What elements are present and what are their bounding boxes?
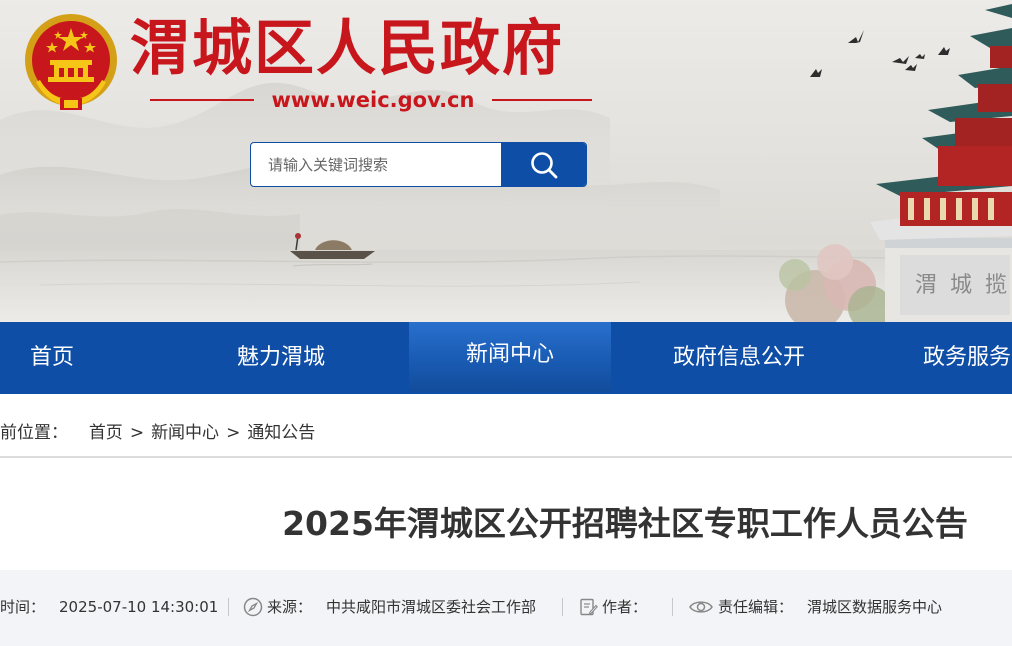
national-emblem-icon <box>25 14 117 110</box>
search-icon <box>530 151 557 178</box>
meta-author-label: 作者： <box>602 598 648 616</box>
nav-item-home[interactable]: 首页 <box>0 322 104 394</box>
svg-text:揽: 揽 <box>985 273 1007 298</box>
meta-editor: 责任编辑： 渭城区数据服务中心 <box>688 596 942 618</box>
meta-source-value: 中共咸阳市渭城区委社会工作部 <box>326 598 537 616</box>
search-box <box>250 142 587 187</box>
nav-item-gov-info[interactable]: 政府信息公开 <box>636 322 842 394</box>
meta-publish-time: 时间： 2025-07-10 14:30:01 <box>0 596 218 618</box>
nav-item-news-center[interactable]: 新闻中心 <box>409 322 611 392</box>
nav-item-charm-weicheng[interactable]: 魅力渭城 <box>178 322 384 394</box>
search-button[interactable] <box>501 143 586 186</box>
meta-author: 作者： <box>578 596 661 618</box>
breadcrumb: 前位置： 首页 > 新闻中心 > 通知公告 <box>0 394 315 456</box>
main-nav: 首页 魅力渭城 新闻中心 政府信息公开 政务服务 <box>0 322 1012 394</box>
breadcrumb-separator: > <box>129 423 145 443</box>
svg-text:城: 城 <box>950 273 972 298</box>
site-logo[interactable]: 渭城区人民政府 www.weic.gov.cn <box>22 10 602 120</box>
url-divider-left <box>150 99 254 101</box>
breadcrumb-notices[interactable]: 通知公告 <box>247 423 315 443</box>
eye-icon <box>688 597 714 617</box>
site-url: www.weic.gov.cn <box>271 88 475 112</box>
breadcrumb-bar: 前位置： 首页 > 新闻中心 > 通知公告 <box>0 394 1012 458</box>
meta-time-value: 2025-07-10 14:30:01 <box>59 598 219 616</box>
svg-text:渭: 渭 <box>915 273 937 298</box>
edit-document-icon <box>578 597 598 617</box>
url-divider-right <box>492 99 592 101</box>
breadcrumb-home[interactable]: 首页 <box>89 423 123 443</box>
meta-source: 来源： 中共咸阳市渭城区委社会工作部 <box>243 596 536 618</box>
meta-editor-value: 渭城区数据服务中心 <box>807 598 943 616</box>
breadcrumb-separator: > <box>226 423 241 443</box>
meta-time-label: 时间： <box>0 598 46 616</box>
site-url-row: www.weic.gov.cn <box>150 88 592 112</box>
meta-divider <box>562 598 563 616</box>
article-title: 2025年渭城区公开招聘社区专职工作人员公告 <box>282 504 968 543</box>
breadcrumb-news-center[interactable]: 新闻中心 <box>151 423 219 443</box>
meta-divider <box>672 598 673 616</box>
nav-item-gov-services[interactable]: 政务服务 <box>902 322 1012 394</box>
search-input[interactable] <box>251 143 503 186</box>
meta-source-label: 来源： <box>267 598 313 616</box>
meta-editor-label: 责任编辑： <box>718 598 794 616</box>
breadcrumb-prefix: 前位置： <box>0 423 68 443</box>
site-title: 渭城区人民政府 <box>130 14 564 84</box>
birds-illustration <box>810 30 950 77</box>
meta-divider <box>228 598 229 616</box>
article-meta-bar: 时间： 2025-07-10 14:30:01 来源： 中共咸阳市渭城区委社会工… <box>0 570 1012 646</box>
compass-icon <box>243 597 263 617</box>
header-banner: 渭 城 揽 渭城区人民政府 www.weic.gov.cn 请输入关键词搜索 <box>0 0 1012 322</box>
